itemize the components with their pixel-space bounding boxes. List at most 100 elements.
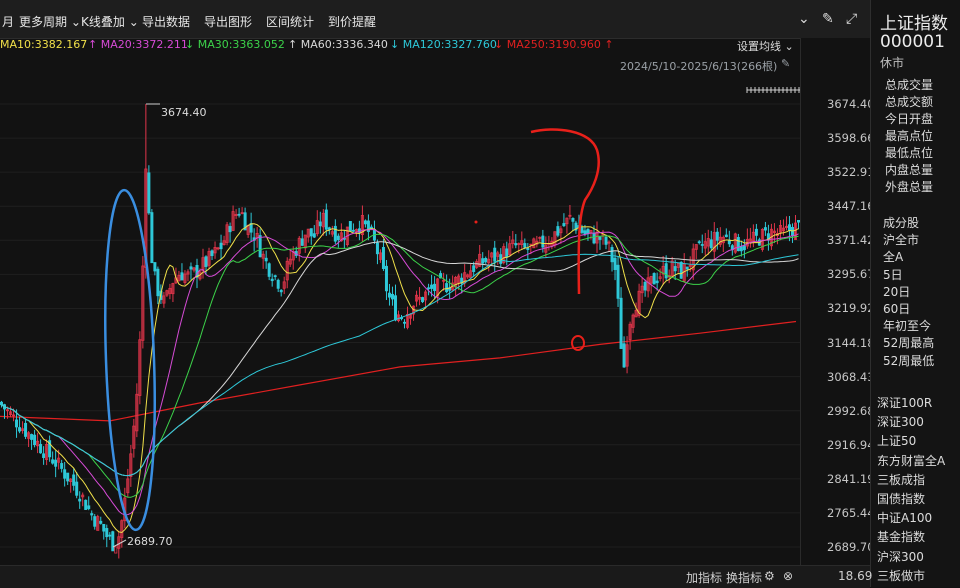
index-0[interactable]: 深证100R xyxy=(877,394,932,411)
tag-2[interactable]: 全A xyxy=(883,248,903,265)
date-range-label: 2024/5/10-2025/6/13(266根) xyxy=(620,60,778,73)
period-month-tab[interactable]: 月 xyxy=(2,13,14,30)
ma120-path xyxy=(1,253,799,477)
candle-body-232 xyxy=(697,241,701,244)
candle-body-50 xyxy=(150,212,154,264)
candle-body-5 xyxy=(15,419,19,428)
index-8[interactable]: 沪深300 xyxy=(877,548,924,565)
ma60-label: ↑ MA60:3336.340 xyxy=(288,38,388,51)
candle-body-123 xyxy=(369,226,373,229)
settings-ma-dropdown[interactable]: 设置均线 ⌄ xyxy=(737,38,794,54)
pin-icon[interactable]: ✎ xyxy=(781,57,790,70)
export-data-button[interactable]: 导出数据 xyxy=(142,13,190,30)
candle-body-157 xyxy=(472,265,476,272)
candle-body-60 xyxy=(180,272,184,281)
stat-3: 最高点位 xyxy=(885,129,934,143)
candle-body-86 xyxy=(258,235,262,258)
indicator-value: 18.69 xyxy=(838,569,873,583)
add-indicator-button[interactable]: 加指标 xyxy=(686,569,722,586)
candle-body-127 xyxy=(381,247,385,269)
tag-0[interactable]: 成分股 xyxy=(883,214,919,231)
index-3[interactable]: 东方财富全A xyxy=(877,452,945,469)
index-code: 000001 xyxy=(880,32,945,52)
candle-body-63 xyxy=(189,266,193,270)
index-2[interactable]: 上证50 xyxy=(877,432,916,449)
kline-chart[interactable]: 3674.40 2689.70 xyxy=(0,75,800,565)
candle-body-73 xyxy=(219,242,223,250)
tag-5[interactable]: 60日 xyxy=(883,300,910,317)
price-tick-2: 3522.91 xyxy=(827,165,875,180)
candle-body-111 xyxy=(333,225,337,242)
close-icon[interactable]: ⊗ xyxy=(783,569,793,583)
candle-body-22 xyxy=(66,472,70,482)
candle-body-38 xyxy=(114,546,118,554)
candle-body-125 xyxy=(375,242,379,255)
chevron-down-circle-icon[interactable]: ⌄ xyxy=(798,11,810,27)
candle-body-187 xyxy=(562,223,566,227)
ma-lines xyxy=(1,223,799,534)
kline-overlay-dropdown[interactable]: K线叠加 ⌄ xyxy=(81,13,139,30)
candle-body-180 xyxy=(541,235,545,248)
tag-1[interactable]: 沪全市 xyxy=(883,231,919,248)
brush-icon[interactable]: ✎ xyxy=(822,11,834,27)
candle-body-20 xyxy=(60,463,64,469)
candle-body-160 xyxy=(481,258,485,264)
candle-body-205 xyxy=(616,264,620,299)
candle-body-68 xyxy=(204,256,208,267)
index-5[interactable]: 国债指数 xyxy=(877,490,925,507)
candle-body-161 xyxy=(484,257,488,263)
candle-body-228 xyxy=(685,266,689,270)
tag-3[interactable]: 5日 xyxy=(883,266,903,283)
low-label: 2689.70 xyxy=(127,535,173,548)
candle-body-148 xyxy=(445,283,449,293)
settings-ma-label: 设置均线 xyxy=(737,40,781,53)
candle-body-14 xyxy=(42,453,46,458)
gear-icon[interactable]: ⚙ xyxy=(764,569,775,583)
candle-body-17 xyxy=(51,459,55,464)
candle-body-18 xyxy=(54,459,58,467)
ma250-label: ↓ MA250:3190.960 ↑ xyxy=(494,38,614,51)
price-tick-6: 3219.92 xyxy=(827,301,875,316)
candle-body-251 xyxy=(754,228,758,236)
interval-stats-button[interactable]: 区间统计 xyxy=(266,13,314,30)
candle-body-246 xyxy=(739,246,743,252)
candle-body-121 xyxy=(363,220,367,225)
ma30-label: ↓ MA30:3363.052 xyxy=(185,38,285,51)
candle-body-79 xyxy=(237,213,241,216)
candle-body-108 xyxy=(324,209,328,230)
candle-body-185 xyxy=(556,226,560,236)
candle-body-31 xyxy=(93,516,97,527)
stat-6: 外盘总量 xyxy=(885,180,934,194)
price-tick-11: 2841.19 xyxy=(827,471,875,486)
price-alert-button[interactable]: 到价提醒 xyxy=(328,13,376,30)
candle-body-29 xyxy=(87,505,91,509)
index-6[interactable]: 中证A100 xyxy=(877,509,932,526)
candle-body-175 xyxy=(526,247,530,250)
grid-lines xyxy=(0,103,800,548)
price-tick-10: 2916.94 xyxy=(827,437,875,452)
candle-body-52 xyxy=(156,268,160,297)
more-period-dropdown[interactable]: 更多周期 ⌄ xyxy=(19,13,81,30)
candle-body-51 xyxy=(153,262,157,272)
export-chart-button[interactable]: 导出图形 xyxy=(204,13,252,30)
index-9[interactable]: 三板做市 xyxy=(877,567,925,584)
index-4[interactable]: 三板成指 xyxy=(877,471,925,488)
candle-body-134 xyxy=(403,321,407,324)
tag-4[interactable]: 20日 xyxy=(883,283,910,300)
ma20-label: ↑ MA20:3372.211 xyxy=(88,38,188,51)
candle-body-131 xyxy=(393,295,397,321)
candle-body-91 xyxy=(273,275,277,278)
candle-body-193 xyxy=(580,227,584,233)
tag-8[interactable]: 52周最低 xyxy=(883,352,934,369)
expand-icon[interactable]: ⤢ xyxy=(846,11,857,27)
switch-indicator-button[interactable]: 换指标 xyxy=(726,569,762,586)
index-1[interactable]: 深证300 xyxy=(877,413,924,430)
tag-6[interactable]: 年初至今 xyxy=(883,317,931,334)
tag-7[interactable]: 52周最高 xyxy=(883,334,934,351)
ma10-label: MA10:3382.167 xyxy=(0,38,88,51)
candle-body-93 xyxy=(279,289,283,293)
stat-5: 内盘总量 xyxy=(885,163,934,177)
candle-body-34 xyxy=(102,523,106,532)
candle-body-142 xyxy=(427,287,431,290)
index-7[interactable]: 基金指数 xyxy=(877,528,925,545)
